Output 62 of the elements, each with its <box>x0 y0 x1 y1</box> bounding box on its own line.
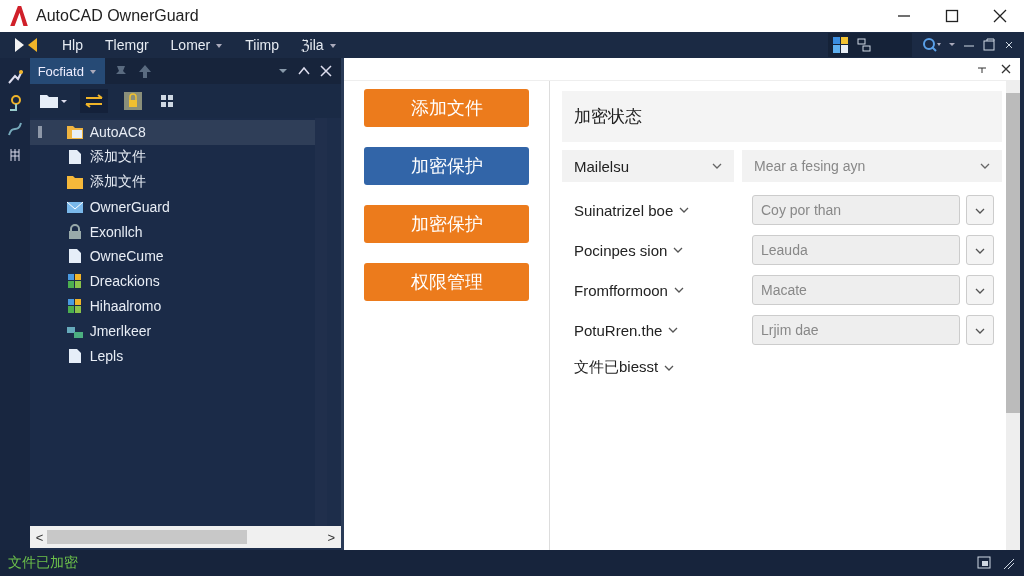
caret-icon <box>215 42 224 50</box>
action-button[interactable]: 加密保护 <box>364 147 529 185</box>
grid-icon <box>65 273 84 290</box>
tool-icon[interactable] <box>5 68 24 86</box>
folder-icon <box>65 174 84 190</box>
field-label: Pocinpes sion <box>574 241 668 259</box>
chevron-icon <box>980 162 990 170</box>
menu-item[interactable]: Tlemgr <box>97 35 157 55</box>
field-label: PotuRren.the <box>574 321 663 339</box>
tree-item[interactable]: OwnerGuard <box>29 194 315 220</box>
grid-icon <box>65 297 84 314</box>
panel-tab[interactable]: Focfiatd <box>29 58 105 84</box>
chevron-icon[interactable] <box>668 326 679 334</box>
chevron-icon <box>975 246 985 255</box>
bowtie-icon[interactable] <box>14 37 38 53</box>
caret-icon <box>88 67 97 76</box>
chevron-icon[interactable] <box>679 206 690 214</box>
menu-item[interactable]: Hlp <box>54 35 91 55</box>
windows-tiles-icon[interactable] <box>832 36 850 54</box>
chevron-icon <box>975 326 985 335</box>
field-label: 文件已biesst <box>574 358 659 377</box>
folder-icon <box>65 124 84 141</box>
field-label: Suinatrizel boe <box>574 201 674 219</box>
chevron-icon[interactable] <box>673 246 684 254</box>
menu-item[interactable]: ℨila <box>292 35 345 55</box>
close-icon[interactable] <box>993 9 1007 23</box>
layout-icon[interactable] <box>856 37 872 53</box>
close-icon[interactable] <box>1000 63 1012 75</box>
caret-icon <box>328 42 337 50</box>
chevron-icon <box>975 206 985 215</box>
chevron-icon[interactable] <box>664 363 675 372</box>
chevron-icon <box>975 286 985 295</box>
tree-item[interactable]: 添加文件 <box>29 169 315 195</box>
tree-item[interactable]: 添加文件 <box>29 144 315 170</box>
chevron-icon <box>712 162 722 170</box>
menu-item[interactable]: Tiimp <box>237 35 287 55</box>
window-title: AutoCAD OwnerGuard <box>36 7 199 25</box>
curve-icon[interactable] <box>5 120 24 138</box>
tree-item[interactable]: Jmerlkeer <box>29 318 315 344</box>
scroll-thumb[interactable] <box>47 530 248 544</box>
tree-item[interactable]: Exonllch <box>29 219 315 244</box>
monitor-icon[interactable] <box>976 555 992 571</box>
restore-icon[interactable] <box>982 37 996 53</box>
status-heading: 加密状态 <box>562 91 1002 142</box>
chevron-icon[interactable] <box>673 286 684 294</box>
search-icon[interactable] <box>922 37 942 53</box>
tree-item[interactable]: AutoAC8 <box>29 120 315 145</box>
tree-item[interactable]: Dreackions <box>29 268 315 294</box>
field-label: Fromfformoon <box>574 281 668 299</box>
app-logo-icon <box>8 5 30 27</box>
tree-item[interactable]: Hihaalromo <box>29 293 315 319</box>
dropdown[interactable]: Mailelsu <box>562 150 734 182</box>
menu-item[interactable]: Lomer <box>162 35 232 55</box>
scrollbar[interactable] <box>1006 81 1020 550</box>
swap-icon[interactable] <box>79 89 108 113</box>
scroll-right-button[interactable]: > <box>327 529 335 545</box>
tree-item[interactable]: OwneCume <box>29 244 315 269</box>
status-text: 文件已加密 <box>8 554 78 572</box>
tree-item[interactable]: Lepls <box>29 343 315 368</box>
scroll-left-button[interactable]: < <box>35 529 44 545</box>
maximize-icon[interactable] <box>945 9 959 23</box>
up-arrow-icon[interactable] <box>136 63 153 79</box>
